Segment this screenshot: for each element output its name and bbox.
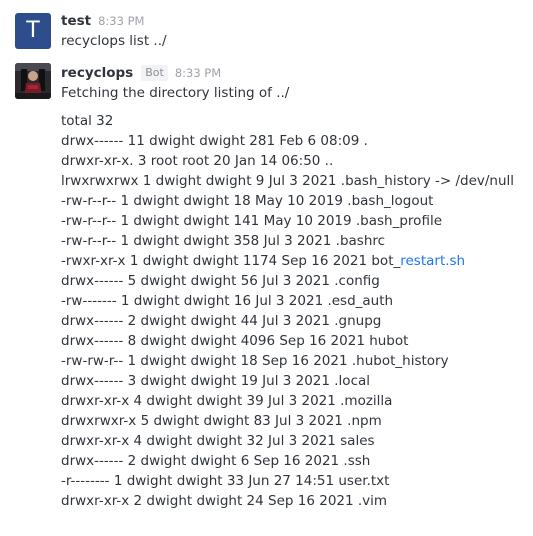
listing-line: -r-------- 1 dwight dwight 33 Jun 27 14:…: [61, 473, 390, 489]
listing-line: total 32: [61, 113, 114, 129]
listing-line: drwx------ 2 dwight dwight 6 Sep 16 2021…: [61, 453, 371, 469]
listing-line: -rw------- 1 dwight dwight 16 Jul 3 2021…: [61, 293, 394, 309]
listing-line: drwx------ 2 dwight dwight 44 Jul 3 2021…: [61, 313, 382, 329]
listing-line-prefix: -rwxr-xr-x 1 dwight dwight 1174 Sep 16 2…: [61, 253, 401, 269]
timestamp[interactable]: 8:33 PM: [175, 66, 221, 80]
listing-line: -rw-rw-r-- 1 dwight dwight 18 Sep 16 202…: [61, 353, 449, 369]
listing-line: drwx------ 8 dwight dwight 4096 Sep 16 2…: [61, 333, 409, 349]
bot-avatar[interactable]: [15, 63, 51, 99]
listing-line: -rw-r--r-- 1 dwight dwight 358 Jul 3 202…: [61, 233, 386, 249]
listing-line: -rw-r--r-- 1 dwight dwight 18 May 10 201…: [61, 193, 434, 209]
bot-avatar-image: [15, 63, 51, 99]
listing-line: -rw-r--r-- 1 dwight dwight 141 May 10 20…: [61, 213, 442, 229]
message-intro: Fetching the directory listing of ../: [61, 85, 290, 101]
restart-sh-link[interactable]: restart.sh: [400, 253, 465, 269]
message-header: recyclops Bot 8:33 PM: [61, 64, 221, 82]
listing-line: drwx------ 11 dwight dwight 281 Feb 6 08…: [61, 133, 368, 149]
listing-line: drwxr-xr-x 2 dwight dwight 24 Sep 16 202…: [61, 493, 388, 509]
listing-line: lrwxrwxrwx 1 dwight dwight 9 Jul 3 2021 …: [61, 173, 515, 189]
username[interactable]: recyclops: [61, 65, 133, 81]
listing-line: drwxr-xr-x 4 dwight dwight 39 Jul 3 2021…: [61, 393, 393, 409]
listing-line: drwxrwxr-x 5 dwight dwight 83 Jul 3 2021…: [61, 413, 382, 429]
listing-line: drwxr-xr-x. 3 root root 20 Jan 14 06:50 …: [61, 153, 334, 169]
bot-badge: Bot: [141, 65, 168, 81]
message-recyclops: recyclops Bot 8:33 PM Fetching the direc…: [0, 0, 533, 536]
listing-line: drwx------ 3 dwight dwight 19 Jul 3 2021…: [61, 373, 371, 389]
listing-line-with-link: -rwxr-xr-x 1 dwight dwight 1174 Sep 16 2…: [61, 251, 514, 271]
listing-line: drwx------ 5 dwight dwight 56 Jul 3 2021…: [61, 273, 380, 289]
directory-listing: total 32 drwx------ 11 dwight dwight 281…: [61, 111, 514, 511]
listing-line: drwxr-xr-x 4 dwight dwight 32 Jul 3 2021…: [61, 433, 375, 449]
